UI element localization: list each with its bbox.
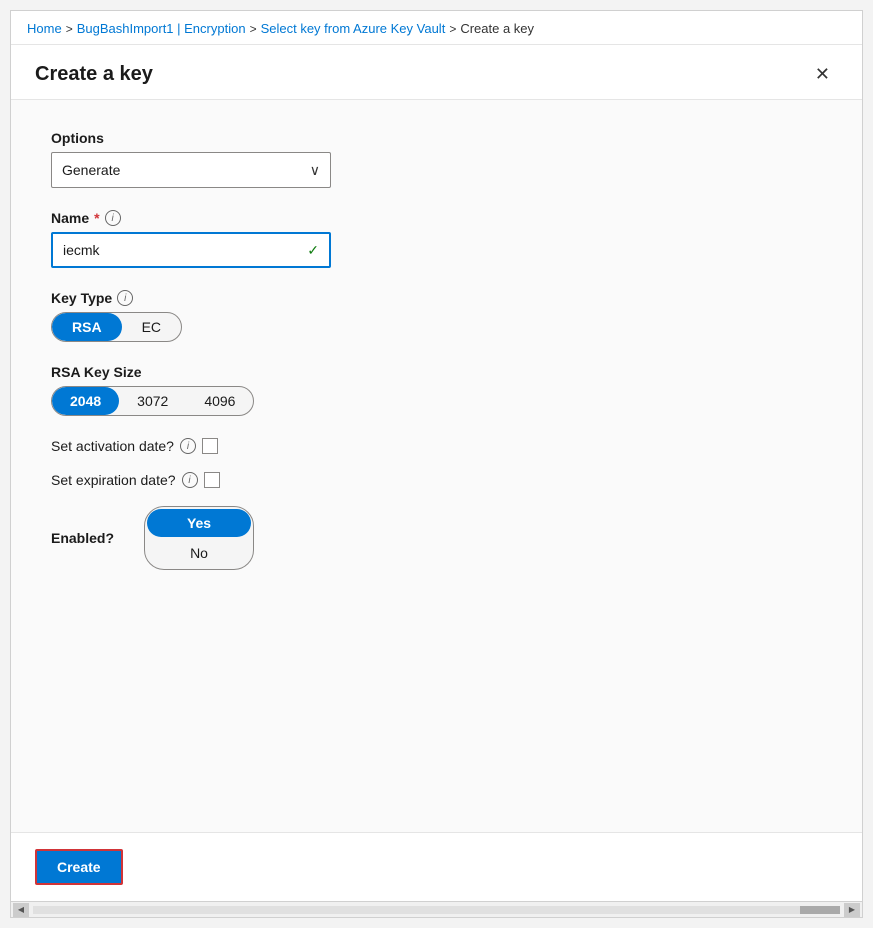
rsa-key-size-group: RSA Key Size 2048 3072 4096: [51, 364, 822, 416]
expiration-date-info-icon[interactable]: i: [182, 472, 198, 488]
options-value: Generate: [62, 162, 120, 178]
key-type-ec[interactable]: EC: [122, 313, 181, 341]
panel-title: Create a key: [35, 63, 153, 86]
activation-date-info-icon[interactable]: i: [180, 438, 196, 454]
breadcrumb-encryption[interactable]: BugBashImport1 | Encryption: [77, 21, 246, 36]
enabled-no[interactable]: No: [147, 539, 251, 567]
options-group: Options Generate ∨: [51, 130, 822, 188]
rsa-size-4096[interactable]: 4096: [186, 387, 253, 415]
key-type-label: Key Type i: [51, 290, 822, 306]
activation-date-checkbox[interactable]: [202, 438, 218, 454]
key-type-group: Key Type i RSA EC: [51, 290, 822, 342]
close-button[interactable]: ✕: [807, 61, 838, 87]
key-type-toggle: RSA EC: [51, 312, 182, 342]
breadcrumb: Home > BugBashImport1 | Encryption > Sel…: [11, 11, 862, 45]
enabled-row: Enabled? Yes No: [51, 506, 822, 570]
name-input[interactable]: iecmk ✓: [51, 232, 331, 268]
name-group: Name * i iecmk ✓: [51, 210, 822, 268]
name-value: iecmk: [63, 242, 307, 258]
key-type-info-icon[interactable]: i: [117, 290, 133, 306]
expiration-date-row: Set expiration date? i: [51, 472, 822, 488]
options-label: Options: [51, 130, 822, 146]
panel-body: Options Generate ∨ Name * i iecmk ✓: [11, 100, 862, 832]
expiration-date-checkbox[interactable]: [204, 472, 220, 488]
dropdown-arrow-icon: ∨: [310, 162, 320, 179]
name-check-icon: ✓: [307, 242, 319, 259]
breadcrumb-current: Create a key: [460, 21, 534, 36]
options-dropdown[interactable]: Generate ∨: [51, 152, 331, 188]
required-star: *: [94, 210, 99, 226]
activation-date-label: Set activation date?: [51, 438, 174, 454]
breadcrumb-sep-3: >: [449, 22, 456, 36]
name-label: Name * i: [51, 210, 822, 226]
rsa-key-size-toggle: 2048 3072 4096: [51, 386, 254, 416]
name-info-icon[interactable]: i: [105, 210, 121, 226]
activation-date-row: Set activation date? i: [51, 438, 822, 454]
page-wrapper: Home > BugBashImport1 | Encryption > Sel…: [10, 10, 863, 918]
scrollbar-area: ◀ ▶: [11, 901, 862, 917]
enabled-label: Enabled?: [51, 530, 114, 546]
rsa-size-2048[interactable]: 2048: [52, 387, 119, 415]
breadcrumb-select-key[interactable]: Select key from Azure Key Vault: [261, 21, 446, 36]
scroll-right-arrow[interactable]: ▶: [844, 903, 860, 917]
rsa-size-3072[interactable]: 3072: [119, 387, 186, 415]
panel: Create a key ✕ Options Generate ∨ Name *: [11, 45, 862, 917]
scroll-track[interactable]: [33, 906, 840, 914]
expiration-date-label: Set expiration date?: [51, 472, 176, 488]
breadcrumb-sep-2: >: [250, 22, 257, 36]
breadcrumb-home[interactable]: Home: [27, 21, 62, 36]
scroll-left-arrow[interactable]: ◀: [13, 903, 29, 917]
enabled-yes[interactable]: Yes: [147, 509, 251, 537]
panel-header: Create a key ✕: [11, 45, 862, 100]
panel-footer: Create: [11, 832, 862, 901]
enabled-toggle: Yes No: [144, 506, 254, 570]
key-type-rsa[interactable]: RSA: [52, 313, 122, 341]
create-button[interactable]: Create: [35, 849, 123, 885]
breadcrumb-sep-1: >: [66, 22, 73, 36]
rsa-key-size-label: RSA Key Size: [51, 364, 822, 380]
scroll-thumb: [800, 906, 840, 914]
